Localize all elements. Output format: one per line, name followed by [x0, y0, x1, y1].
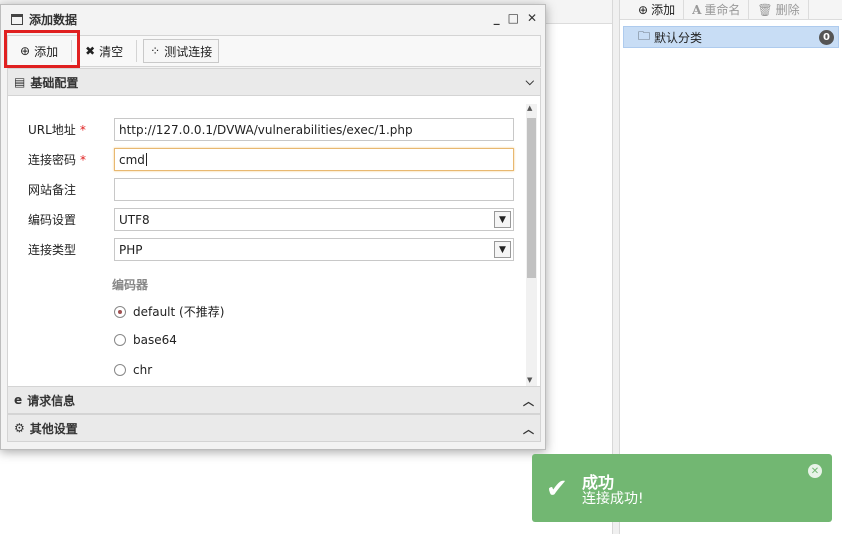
password-label: 连接密码 [28, 153, 77, 167]
spinner-icon: ⁘ [150, 44, 161, 58]
note-label: 网站备注 [28, 183, 77, 197]
close-icon[interactable]: ✕ [808, 464, 822, 478]
ie-icon: e [14, 393, 23, 407]
radio-button[interactable] [114, 305, 126, 318]
password-input[interactable]: cmd [114, 148, 514, 171]
folder-icon: 🗀 [638, 28, 651, 43]
encoding-label: 编码设置 [28, 213, 77, 227]
basic-config-form: URL地址 * http://127.0.0.1/DVWA/vulnerabili… [7, 96, 541, 386]
required-mark: * [79, 123, 86, 137]
category-add-button[interactable]: ⊕ 添加 [630, 0, 685, 20]
count-badge: 0 [819, 30, 834, 45]
font-icon: A [692, 2, 702, 17]
required-mark: * [80, 153, 87, 167]
window-icon [11, 13, 23, 25]
type-label: 连接类型 [28, 243, 77, 257]
success-toast: ✔ 成功 连接成功! ✕ [532, 454, 832, 522]
category-tree: 🗀 默认分类 0 [620, 20, 842, 48]
toast-message: 连接成功! [582, 491, 644, 507]
url-input[interactable]: http://127.0.0.1/DVWA/vulnerabilities/ex… [114, 118, 514, 141]
chevron-up-icon: ︿ [523, 395, 534, 408]
maximize-icon[interactable]: □ [508, 11, 519, 25]
scroll-down-icon[interactable]: ▼ [527, 376, 532, 384]
password-row: 连接密码 * cmd [28, 148, 514, 171]
category-delete-button[interactable]: 🗑 删除 [749, 0, 809, 20]
type-select[interactable]: PHP ▼ [114, 238, 514, 261]
highlight-box [4, 30, 80, 68]
add-data-dialog: 添加数据 _ □ ✕ ⊕ 添加 ✖ 清空 ⁘ 测试连接 ▤ 基础配置 ⌵ URL… [0, 4, 546, 450]
cogs-icon: ⚙ [14, 421, 25, 435]
dialog-titlebar[interactable]: 添加数据 _ □ ✕ [1, 5, 545, 33]
section-request-info[interactable]: e 请求信息 ︿ [7, 386, 541, 414]
note-row: 网站备注 [28, 178, 514, 201]
text-cursor [145, 153, 147, 166]
radio-button[interactable] [114, 364, 126, 376]
encoder-radio-default[interactable]: default (不推荐) [114, 303, 224, 320]
url-label: URL地址 [28, 123, 76, 137]
encoding-row: 编码设置 UTF8 ▼ [28, 208, 514, 231]
clear-button[interactable]: ✖ 清空 [78, 39, 130, 63]
chevron-up-icon: ︿ [523, 423, 534, 436]
minimize-icon[interactable]: _ [494, 11, 500, 25]
chevron-down-icon: ▼ [494, 241, 511, 258]
type-row: 连接类型 PHP ▼ [28, 238, 514, 261]
trash-icon: 🗑 [757, 2, 773, 17]
encoder-radio-chr[interactable]: chr [114, 363, 152, 377]
form-scrollbar[interactable]: ▲ ▼ [526, 104, 537, 386]
section-other-settings[interactable]: ⚙ 其他设置 ︿ [7, 414, 541, 442]
close-icon[interactable]: ✕ [527, 11, 537, 25]
section-basic-config[interactable]: ▤ 基础配置 ⌵ [7, 68, 541, 96]
encoder-label: 编码器 [112, 278, 149, 292]
url-row: URL地址 * http://127.0.0.1/DVWA/vulnerabili… [28, 118, 514, 141]
encoder-radio-base64[interactable]: base64 [114, 333, 177, 347]
dialog-title: 添加数据 [29, 12, 78, 27]
category-rename-button[interactable]: A 重命名 [684, 0, 750, 20]
category-toolbar: ⊕ 添加 A 重命名 🗑 删除 [620, 0, 842, 20]
note-input[interactable] [114, 178, 514, 201]
chevron-down-icon: ▼ [494, 211, 511, 228]
file-icon: ▤ [14, 75, 26, 89]
toolbar-separator [136, 40, 138, 62]
dialog-toolbar: ⊕ 添加 ✖ 清空 ⁘ 测试连接 [7, 35, 541, 67]
radio-button[interactable] [114, 334, 126, 346]
plus-circle-icon: ⊕ [638, 2, 649, 17]
scroll-thumb[interactable] [527, 118, 536, 278]
scroll-up-icon[interactable]: ▲ [527, 104, 532, 112]
check-icon: ✔ [546, 474, 568, 504]
test-connection-button[interactable]: ⁘ 测试连接 [143, 39, 220, 63]
encoding-select[interactable]: UTF8 ▼ [114, 208, 514, 231]
tree-item-default[interactable]: 🗀 默认分类 0 [623, 26, 839, 48]
chevron-down-icon: ⌵ [525, 75, 534, 88]
times-icon: ✖ [85, 44, 96, 58]
